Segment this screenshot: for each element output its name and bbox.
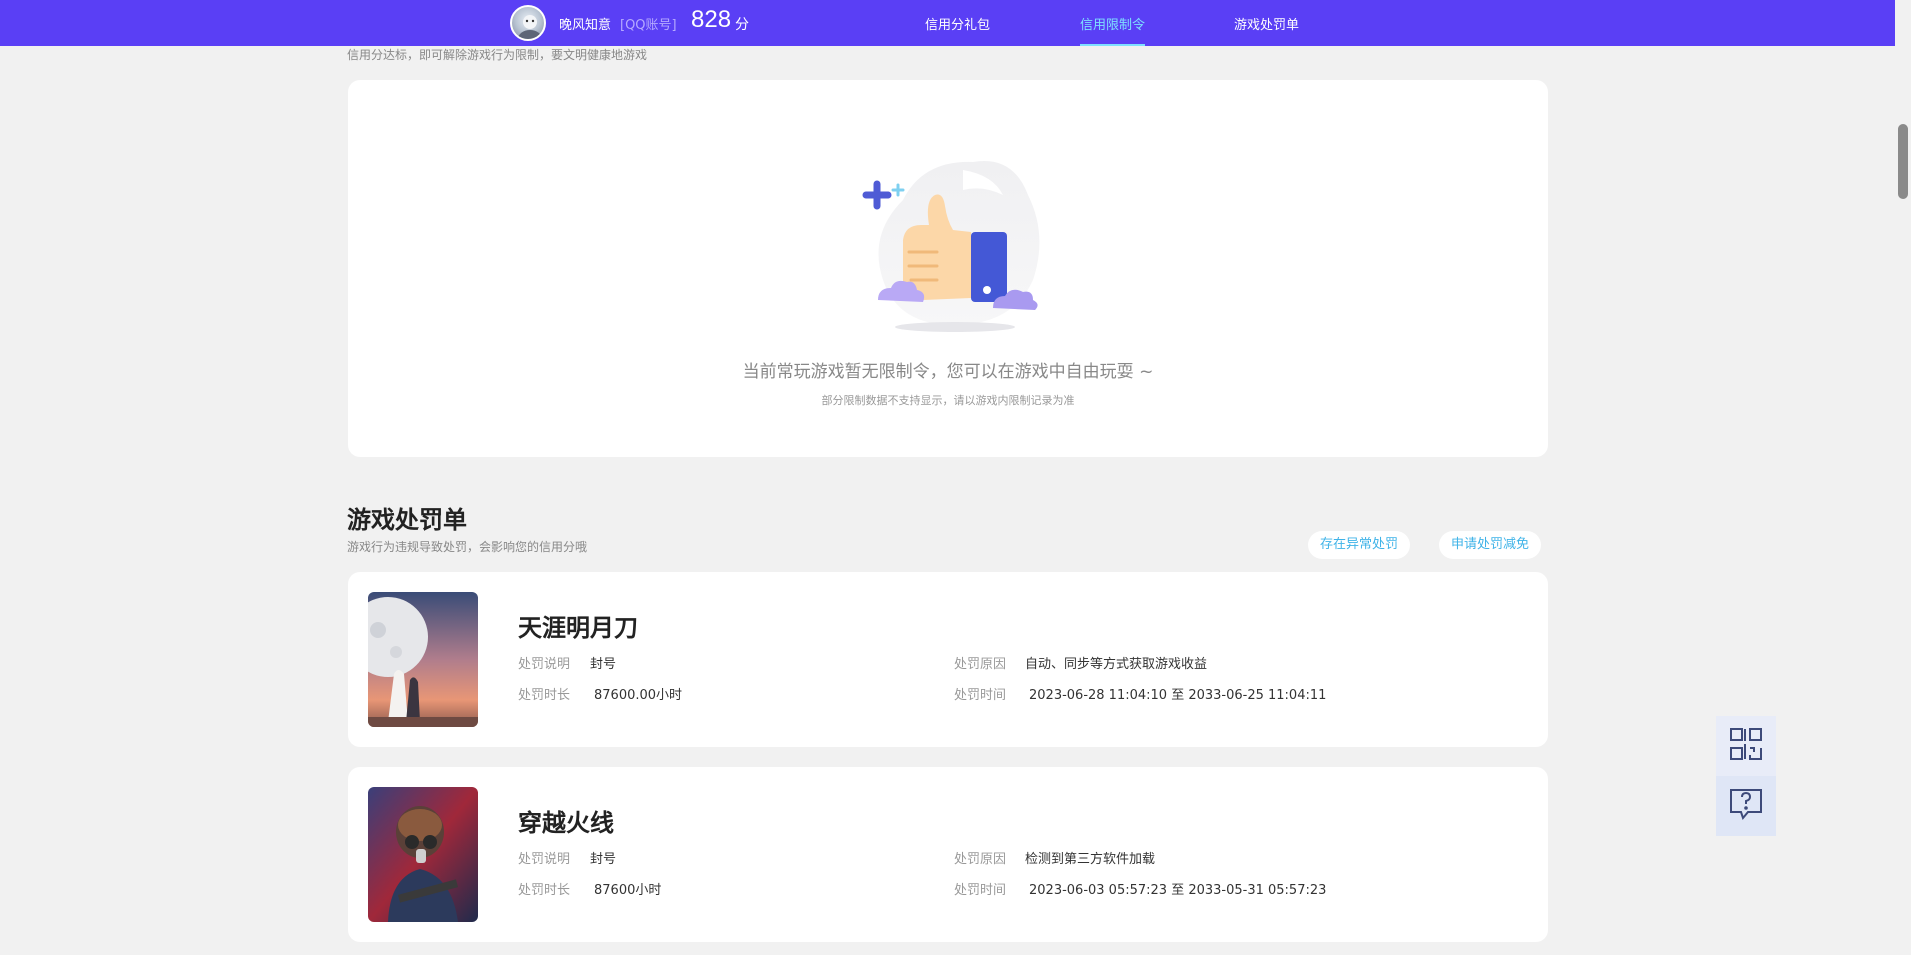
qr-code-button[interactable] [1716, 716, 1776, 776]
penalty-time-label: 处罚时间 [954, 883, 1007, 898]
penalty-desc-label: 处罚说明 [518, 657, 571, 672]
penalty-desc-value: 封号 [590, 657, 617, 672]
tab-credit-gift[interactable]: 信用分礼包 [925, 14, 990, 46]
game-name: 天涯明月刀 [518, 614, 638, 642]
tab-game-penalty[interactable]: 游戏处罚单 [1234, 14, 1299, 46]
penalty-duration-label: 处罚时长 [518, 883, 571, 898]
penalty-card: 穿越火线 处罚说明 封号 处罚时长 87600小时 处罚原因 检测到第三方软件加… [348, 767, 1548, 942]
apply-reduction-button[interactable]: 申请处罚减免 [1439, 531, 1542, 559]
penalty-duration-value: 87600小时 [594, 883, 662, 898]
penalty-duration-label: 处罚时长 [518, 688, 571, 703]
penalty-section-title: 游戏处罚单 [347, 506, 467, 534]
limit-empty-card: 当前常玩游戏暂无限制令，您可以在游戏中自由玩耍 ~ 部分限制数据不支持显示，请以… [348, 80, 1548, 457]
credit-score: 828 [691, 6, 732, 33]
limit-section-subtitle: 信用分达标，即可解除游戏行为限制，要文明健康地游戏 [347, 48, 648, 62]
penalty-time-value: 2023-06-03 05:57:23 至 2033-05-31 05:57:2… [1029, 883, 1327, 898]
qr-code-icon [1729, 727, 1763, 765]
penalty-reason-label: 处罚原因 [954, 852, 1007, 867]
empty-state-subtitle: 部分限制数据不支持显示，请以游戏内限制记录为准 [821, 394, 1075, 407]
account-type: [QQ账号] [620, 18, 677, 33]
page-scrollbar[interactable] [1895, 0, 1911, 955]
avatar[interactable] [510, 5, 546, 41]
penalty-time-value: 2023-06-28 11:04:10 至 2033-06-25 11:04:1… [1029, 688, 1327, 703]
penalty-section-desc: 游戏行为违规导致处罚，会影响您的信用分哦 [347, 540, 588, 554]
penalty-time-label: 处罚时间 [954, 688, 1007, 703]
penalty-desc-label: 处罚说明 [518, 852, 571, 867]
tab-credit-limit[interactable]: 信用限制令 [1080, 14, 1146, 46]
thumbs-up-illustration-icon [843, 140, 1063, 340]
game-cover-image [368, 787, 478, 922]
top-nav-bar: 晚风知意 [QQ账号] 828 分 信用分礼包 信用限制令 游戏处罚单 [0, 0, 1895, 46]
penalty-card: 天涯明月刀 处罚说明 封号 处罚时长 87600.00小时 处罚原因 自动、同步… [348, 572, 1548, 747]
game-cover-image [368, 592, 478, 727]
username: 晚风知意 [559, 18, 612, 33]
empty-state-title: 当前常玩游戏暂无限制令，您可以在游戏中自由玩耍 ~ [742, 362, 1154, 382]
credit-score-unit: 分 [735, 17, 749, 33]
game-name: 穿越火线 [518, 809, 614, 837]
penalty-desc-value: 封号 [590, 852, 617, 867]
help-button[interactable] [1716, 776, 1776, 836]
penalty-reason-value: 自动、同步等方式获取游戏收益 [1025, 657, 1208, 672]
help-chat-icon [1728, 787, 1764, 825]
penalty-duration-value: 87600.00小时 [594, 688, 683, 703]
penalty-reason-label: 处罚原因 [954, 657, 1007, 672]
penalty-reason-value: 检测到第三方软件加载 [1025, 852, 1156, 867]
anomaly-penalty-button[interactable]: 存在异常处罚 [1308, 531, 1411, 559]
scrollbar-thumb[interactable] [1898, 124, 1908, 199]
